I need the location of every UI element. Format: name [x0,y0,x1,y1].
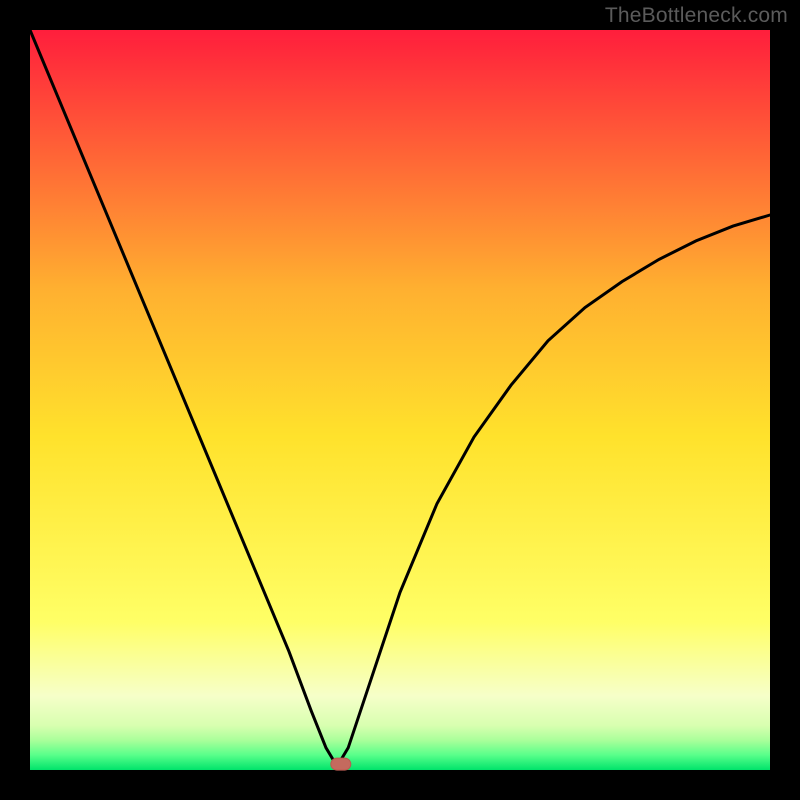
chart-stage: TheBottleneck.com [0,0,800,800]
watermark-text: TheBottleneck.com [605,4,788,28]
plot-background [30,30,770,770]
optimal-point-marker [331,758,351,770]
bottleneck-chart [0,0,800,800]
